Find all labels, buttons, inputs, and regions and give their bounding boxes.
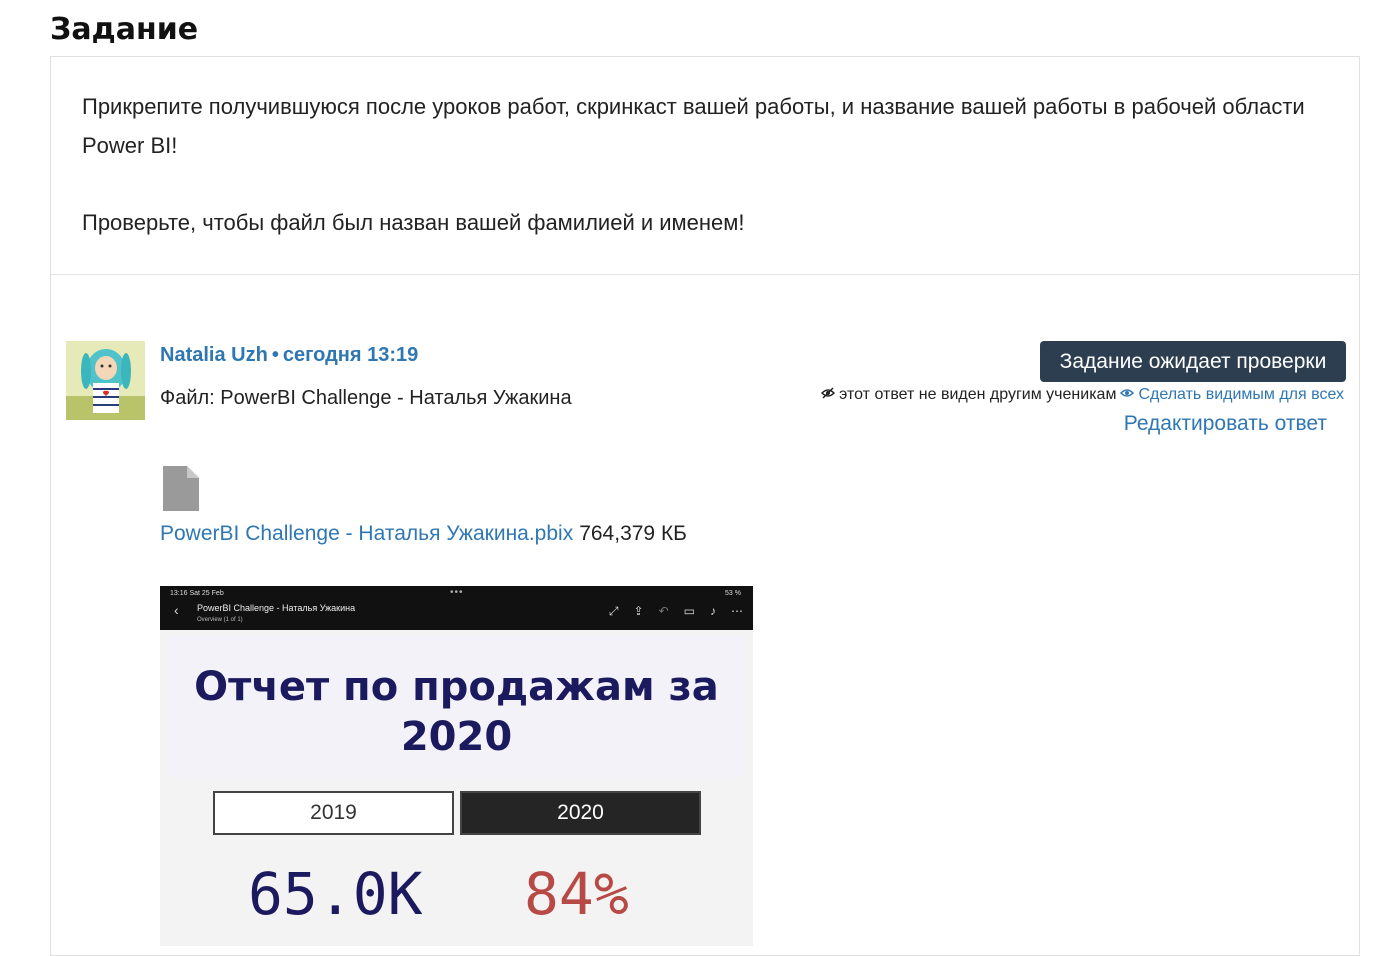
edit-answer-link[interactable]: Редактировать ответ xyxy=(1124,412,1327,436)
preview-status-time: 13:16 Sat 25 Feb xyxy=(170,590,224,597)
eye-slash-icon xyxy=(821,386,836,404)
divider xyxy=(51,274,1359,275)
more-icon: ⋯ xyxy=(731,604,743,618)
meta-separator: • xyxy=(271,344,279,366)
visibility-row: этот ответ не виден другим ученикам Сдел… xyxy=(821,386,1344,404)
preview-app-bar: 13:16 Sat 25 Feb ••• 53 % ‹ PowerBI Chal… xyxy=(160,586,753,630)
kpi-value-sales: 65.0K xyxy=(248,860,423,928)
eye-icon xyxy=(1120,386,1135,404)
expand-icon: ⤢ xyxy=(608,604,619,618)
preview-toolbar: ⤢ ⇪ ↶ ▭ ♪ ⋯ xyxy=(609,604,743,619)
make-visible-link[interactable]: Сделать видимым для всех xyxy=(1138,386,1344,404)
more-dots-icon: ••• xyxy=(450,587,464,598)
report-canvas: Отчет по продажам за 2020 2019 2020 65.0… xyxy=(160,630,753,946)
year-2019-button: 2019 xyxy=(213,791,454,835)
report-title: Отчет по продажам за 2020 xyxy=(194,664,719,760)
answer-meta: Natalia Uzh • сегодня 13:19 xyxy=(160,344,418,367)
attachment: PowerBI Challenge - Наталья Ужакина.pbix… xyxy=(160,522,687,546)
preview-battery: 53 % xyxy=(725,590,741,597)
task-card: Прикрепите получившуюся после уроков раб… xyxy=(50,56,1360,956)
comment-icon: ▭ xyxy=(683,604,695,618)
preview-doc-subtitle: Overview (1 of 1) xyxy=(197,617,243,623)
task-paragraph: Прикрепите получившуюся после уроков раб… xyxy=(82,94,1305,158)
share-icon: ⇪ xyxy=(633,604,644,618)
undo-icon: ↶ xyxy=(658,604,669,618)
preview-doc-title: PowerBI Challenge - Наталья Ужакина xyxy=(197,603,356,613)
attachment-link[interactable]: PowerBI Challenge - Наталья Ужакина.pbix xyxy=(160,522,573,545)
year-2020-button: 2020 xyxy=(460,791,701,835)
status-badge: Задание ожидает проверки xyxy=(1040,341,1346,382)
kpi-value-percent: 84% xyxy=(524,860,629,928)
answer-file-text: Файл: PowerBI Challenge - Наталья Ужакин… xyxy=(160,387,572,409)
page-title: Задание xyxy=(50,12,199,47)
avatar[interactable] xyxy=(66,341,145,420)
task-description: Прикрепите получившуюся после уроков раб… xyxy=(82,87,1312,242)
file-icon[interactable] xyxy=(163,466,199,511)
microphone-icon: ♪ xyxy=(710,604,716,618)
back-chevron-icon: ‹ xyxy=(174,602,179,618)
task-paragraph: Проверьте, чтобы файл был назван вашей ф… xyxy=(82,210,745,235)
author-name[interactable]: Natalia Uzh xyxy=(160,344,268,366)
screenshot-preview[interactable]: 13:16 Sat 25 Feb ••• 53 % ‹ PowerBI Chal… xyxy=(160,586,753,946)
report-title-box: Отчет по продажам за 2020 xyxy=(168,636,745,777)
attachment-size: 764,379 КБ xyxy=(579,522,687,545)
visibility-note: этот ответ не виден другим ученикам xyxy=(839,386,1117,403)
answer-time: сегодня 13:19 xyxy=(282,344,419,366)
